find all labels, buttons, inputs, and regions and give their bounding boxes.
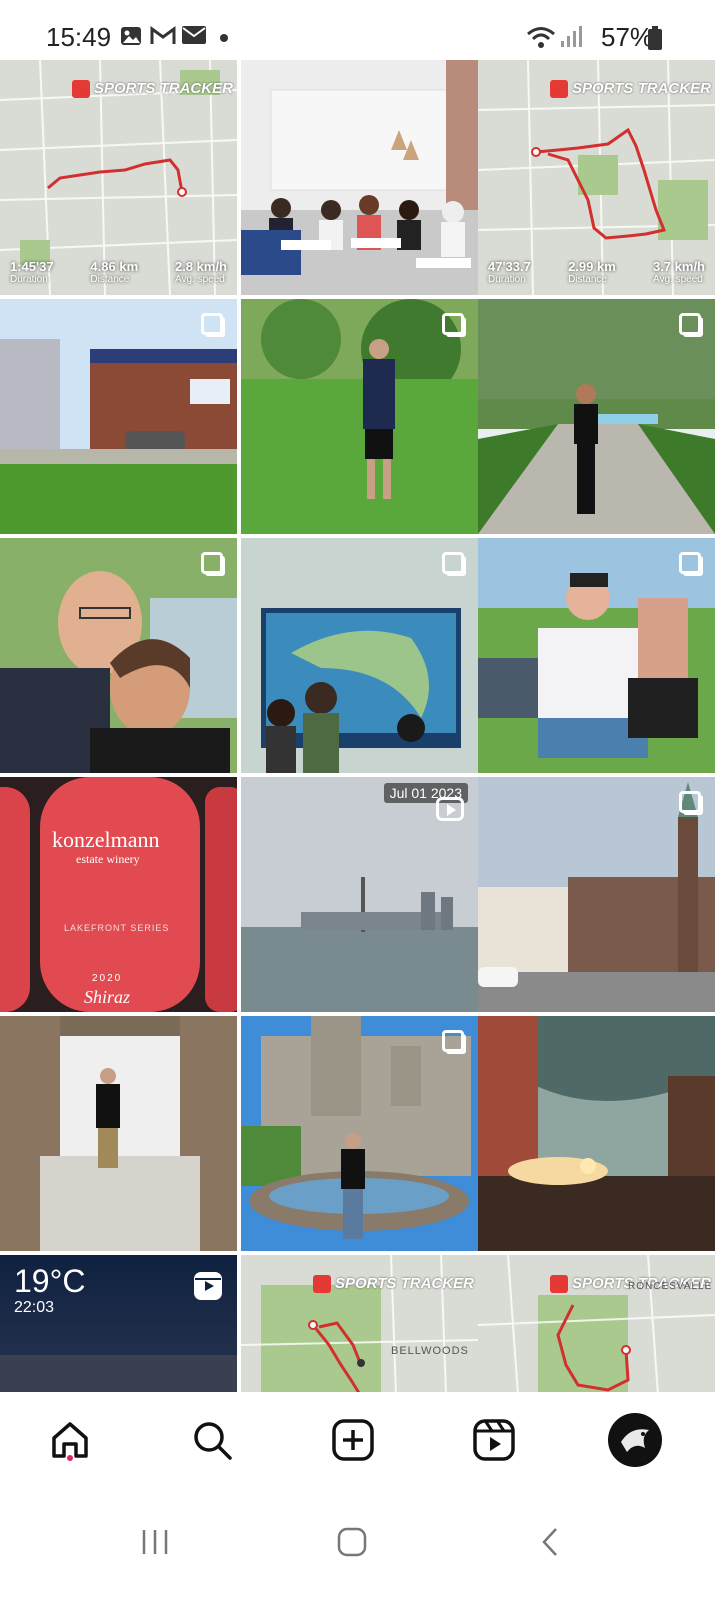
map-area-label: RONCESVALLE [628,1281,713,1292]
wine-name: Shiraz [84,987,131,1007]
nav-search[interactable] [182,1410,242,1470]
sports-tracker-logo: SPORTS TRACKER [72,80,233,98]
nav-home[interactable] [40,1410,100,1470]
multiple-posts-icon [201,552,223,574]
profile-avatar [608,1413,662,1467]
photo [241,538,478,773]
gallery-icon [121,27,141,45]
wine-series: LAKEFRONT SERIES [64,923,170,933]
photo [241,1016,478,1251]
photo [478,538,715,773]
home-active-indicator [67,1455,73,1461]
status-bar: 15:49 57% [0,0,720,60]
photo [0,1016,237,1251]
post-tile-city-skyline-video[interactable]: Jul 01 2023 [241,777,478,1012]
post-tile-building-lawn[interactable] [0,299,237,534]
signal-icon [561,26,582,47]
reels-icon [473,1419,515,1461]
post-tile-island-map[interactable] [241,538,478,773]
post-tile-man-park[interactable] [241,299,478,534]
multiple-posts-icon [679,791,701,813]
weather-temp: 19°C [14,1263,86,1299]
multiple-posts-icon [442,313,464,335]
multiple-posts-icon [442,552,464,574]
recent-apps-button[interactable] [125,1512,185,1572]
post-tile-casa-loma[interactable] [241,1016,478,1251]
back-chevron-icon [542,1528,557,1556]
notification-dot-icon [220,34,228,42]
back-button[interactable] [520,1512,580,1572]
bottom-navigation [0,1392,720,1482]
home-circle-icon [337,1527,367,1557]
search-icon [194,1422,232,1460]
post-tile-wine-bottles[interactable]: konzelmann estate winery LAKEFRONT SERIE… [0,777,237,1012]
post-tile-map-2[interactable]: SPORTS TRACKER 47'33.7 Duration 2.99 km Di… [478,60,715,295]
battery-icon [648,26,662,50]
reels-badge-icon [194,1272,222,1300]
wine-brand: konzelmann [52,827,160,852]
nav-profile[interactable] [605,1410,665,1470]
post-tile-map-1[interactable]: SPORTS TRACKER 1:45'37 Duration 4.86 km Di… [0,60,237,295]
map-area-label: BELLWOODS [391,1345,469,1357]
map-stats: 47'33.7 Duration 2.99 km Distance 3.7 km/h… [488,259,705,285]
home-button[interactable] [322,1512,382,1572]
nav-reels[interactable] [464,1410,524,1470]
photo [478,777,715,1012]
map-stats: 1:45'37 Duration 4.86 km Distance 2.8 km/h… [10,259,227,285]
wine-subtitle: estate winery [76,852,140,866]
sports-tracker-logo: SPORTS TRACKER [313,1275,474,1293]
multiple-posts-icon [679,552,701,574]
wifi-icon [527,27,555,48]
gmail-icon [150,26,176,44]
weather-time: 22:03 [14,1299,55,1316]
system-navigation-bar [0,1482,720,1600]
photo [241,60,478,295]
post-tile-restaurant[interactable] [478,1016,715,1251]
battery-percent: 57% [601,22,654,52]
photo [478,299,715,534]
sports-tracker-logo: SPORTS TRACKER [550,80,711,98]
post-tile-office-group[interactable] [241,60,478,295]
photo [478,1016,715,1251]
multiple-posts-icon [201,313,223,335]
nav-create[interactable] [323,1410,383,1470]
post-tile-church[interactable] [478,777,715,1012]
photo [241,299,478,534]
post-tile-couple-selfie[interactable] [0,538,237,773]
post-tile-map-bellwoods[interactable]: SPORTS TRACKER BELLWOODS [241,1255,478,1395]
multiple-posts-icon [442,1030,464,1052]
post-tile-woman-garden[interactable] [478,299,715,534]
wine-year: 2020 [92,973,123,984]
photo [0,299,237,534]
mail-icon [182,26,206,44]
post-tile-thumbs-up[interactable] [478,538,715,773]
video-play-icon [436,797,464,821]
post-tile-stone-hall[interactable] [0,1016,237,1251]
multiple-posts-icon [679,313,701,335]
post-tile-map-roncesvalle[interactable]: SPORTS TRACKER RONCESVALLE [478,1255,715,1395]
status-time: 15:49 [46,22,112,52]
recent-apps-icon [142,1530,168,1554]
photo [0,538,237,773]
create-icon [332,1419,374,1461]
